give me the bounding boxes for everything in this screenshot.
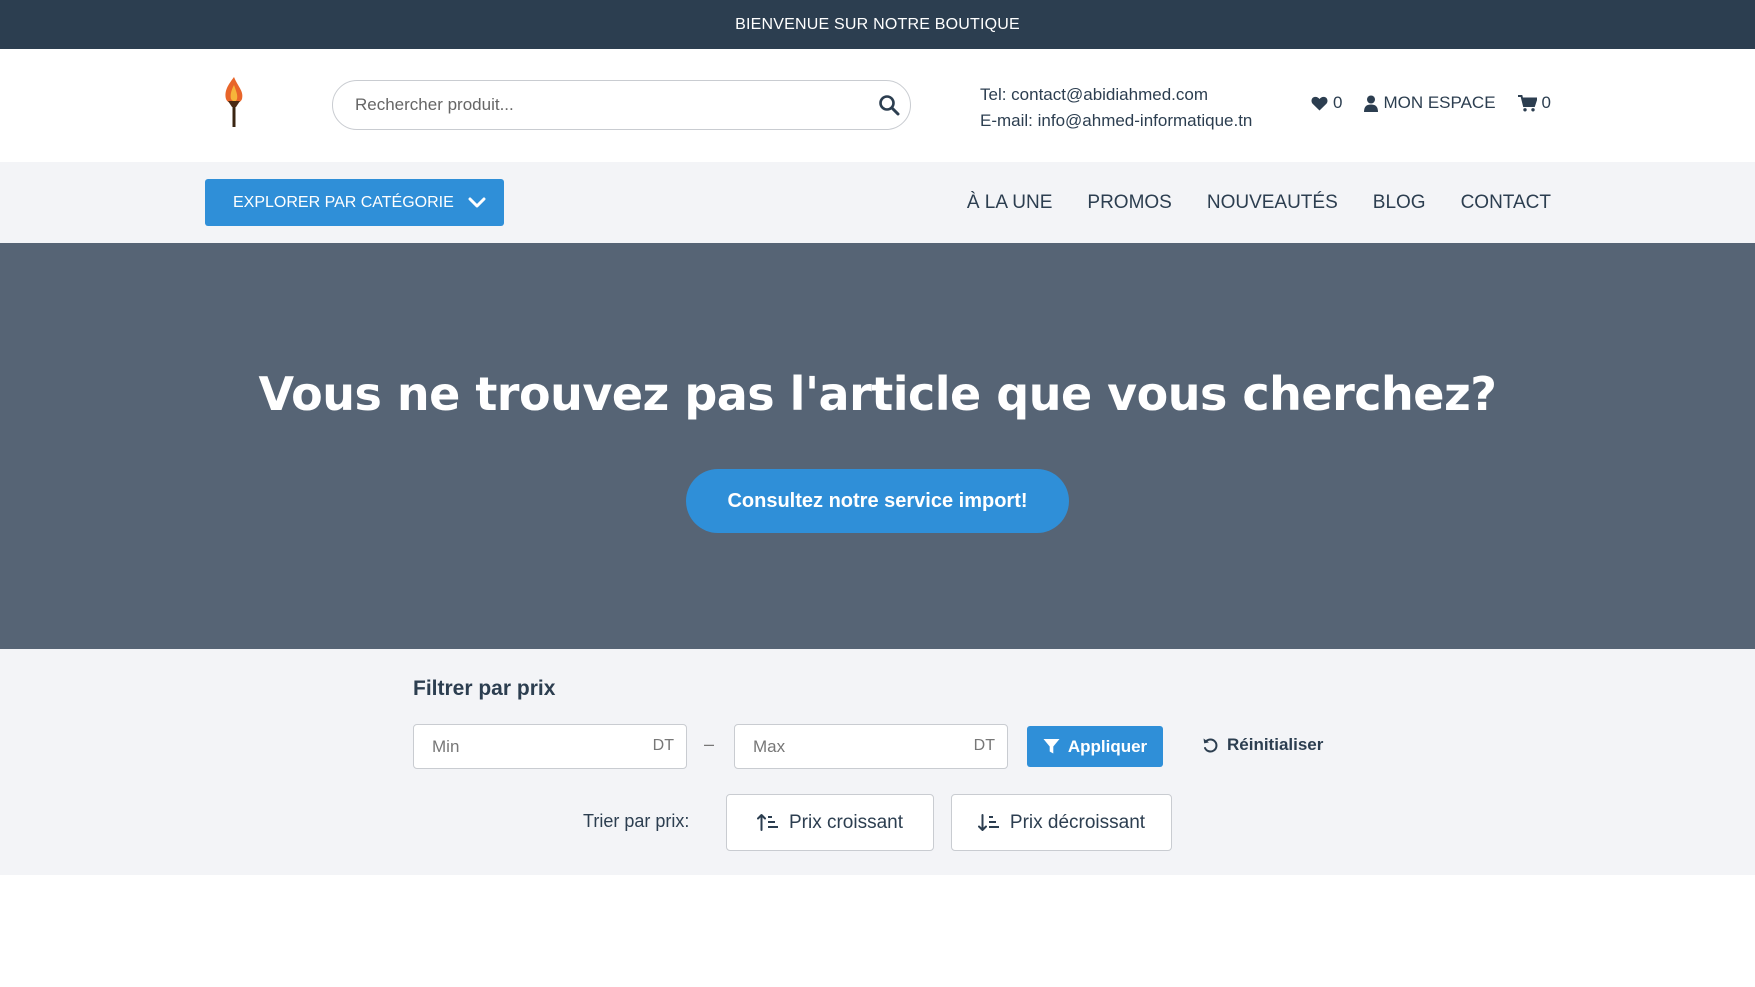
chevron-down-icon	[468, 197, 486, 207]
contact-tel: Tel: contact@abidiahmed.com	[980, 85, 1208, 104]
apply-filter-button[interactable]: Appliquer	[1027, 726, 1163, 767]
nav-links: À LA UNE PROMOS NOUVEAUTÉS BLOG CONTACT	[967, 162, 1551, 243]
site-header: Tel: contact@abidiahmed.com E-mail: info…	[0, 49, 1755, 162]
sort-descending-button[interactable]: Prix décroissant	[951, 794, 1172, 851]
explore-categories-button[interactable]: EXPLORER PAR CATÉGORIE	[205, 179, 504, 226]
contact-info: Tel: contact@abidiahmed.com E-mail: info…	[980, 82, 1252, 134]
wishlist-count: 0	[1332, 93, 1343, 112]
cart-icon	[1517, 94, 1537, 111]
welcome-text: BIENVENUE SUR NOTRE BOUTIQUE	[735, 15, 1020, 33]
account-label: MON ESPACE	[1383, 93, 1496, 112]
apply-label: Appliquer	[1067, 736, 1148, 756]
cart-button[interactable]: 0	[1517, 93, 1551, 113]
max-price-input[interactable]	[753, 725, 953, 768]
nav-link-nouveautes[interactable]: NOUVEAUTÉS	[1207, 192, 1338, 214]
heart-icon	[1311, 96, 1328, 110]
sort-label: Trier par prix:	[583, 811, 690, 831]
sort-descending-icon	[977, 814, 999, 831]
header-actions: 0 MON ESPACE 0	[1311, 93, 1551, 113]
wishlist-button[interactable]: 0	[1311, 93, 1342, 113]
cart-count: 0	[1541, 93, 1551, 112]
explore-label: EXPLORER PAR CATÉGORIE	[233, 193, 454, 211]
reset-label: Réinitialiser	[1227, 735, 1324, 754]
sort-descending-label: Prix décroissant	[1009, 811, 1146, 833]
sort-ascending-label: Prix croissant	[788, 811, 904, 833]
max-price-field: DT	[734, 724, 1008, 769]
sort-ascending-icon	[756, 814, 778, 831]
contact-email: E-mail: info@ahmed-informatique.tn	[980, 111, 1253, 130]
torch-logo-icon[interactable]	[220, 75, 248, 129]
undo-icon	[1203, 738, 1218, 752]
price-filter-section: Filtrer par prix DT – DT Appliquer Réini…	[0, 649, 1755, 875]
filter-title: Filtrer par prix	[413, 677, 556, 700]
nav-link-contact[interactable]: CONTACT	[1461, 192, 1551, 214]
hero-banner: Vous ne trouvez pas l'article que vous c…	[0, 243, 1755, 649]
nav-link-a-la-une[interactable]: À LA UNE	[967, 192, 1053, 214]
min-price-input[interactable]	[432, 725, 632, 768]
welcome-topbar: BIENVENUE SUR NOTRE BOUTIQUE	[0, 0, 1755, 49]
nav-link-promos[interactable]: PROMOS	[1087, 192, 1171, 214]
reset-filter-button[interactable]: Réinitialiser	[1202, 735, 1323, 755]
user-icon	[1364, 95, 1379, 112]
import-service-button[interactable]: Consultez notre service import!	[686, 469, 1069, 533]
account-button[interactable]: MON ESPACE	[1364, 93, 1496, 113]
sort-ascending-button[interactable]: Prix croissant	[726, 794, 934, 851]
min-price-field: DT	[413, 724, 687, 769]
range-separator: –	[704, 734, 715, 754]
hero-title: Vous ne trouvez pas l'article que vous c…	[258, 367, 1497, 421]
main-nav: EXPLORER PAR CATÉGORIE À LA UNE PROMOS N…	[0, 162, 1755, 243]
nav-link-blog[interactable]: BLOG	[1373, 192, 1426, 214]
max-unit: DT	[973, 737, 995, 754]
filter-icon	[1043, 739, 1060, 754]
search-icon[interactable]	[878, 94, 900, 116]
min-unit: DT	[652, 737, 674, 754]
search-bar	[332, 80, 911, 130]
search-input[interactable]	[355, 81, 855, 129]
